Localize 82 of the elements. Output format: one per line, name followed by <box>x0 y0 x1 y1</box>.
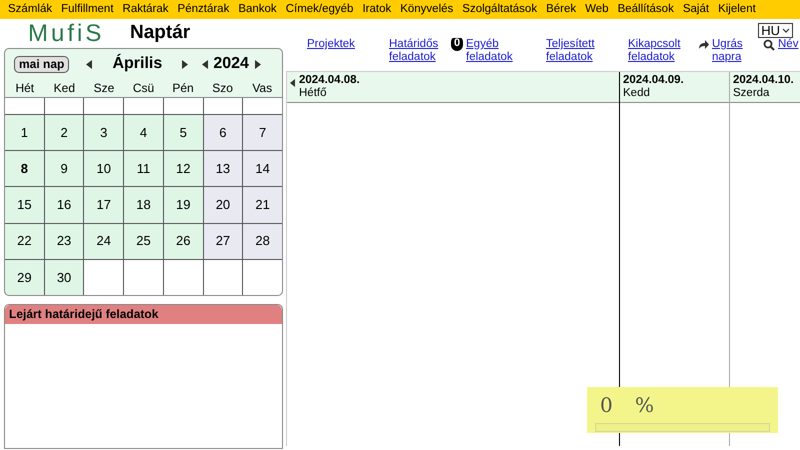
menu-item[interactable]: Web <box>585 0 609 18</box>
calendar-day[interactable]: 7 <box>243 114 282 150</box>
language-select[interactable]: HU <box>758 23 793 38</box>
toolbar-link[interactable]: Teljesített feladatok <box>546 38 595 64</box>
menu-item[interactable]: Saját <box>682 0 710 18</box>
menu-item[interactable]: Iratok <box>362 0 392 18</box>
menu-item[interactable]: Raktárak <box>122 0 169 18</box>
calendar-day[interactable]: 2 <box>44 114 84 150</box>
calendar-day[interactable]: 15 <box>5 187 44 222</box>
weekday-label: Ked <box>52 80 76 97</box>
day-date: 2024.04.10. <box>733 74 794 87</box>
progress-unit: % <box>635 394 654 416</box>
weekday-label: Sze <box>92 80 116 97</box>
toolbar-link[interactable]: Név <box>778 38 798 51</box>
progress-value: 0 <box>599 394 614 416</box>
calendar-day[interactable]: 4 <box>124 114 163 150</box>
today-button[interactable]: mai nap <box>14 56 70 72</box>
calendar-day[interactable]: 21 <box>243 187 282 222</box>
next-year-icon[interactable] <box>254 60 261 68</box>
toolbar-link[interactable]: Egyéb feladatok <box>466 38 513 64</box>
weekday-label: Pén <box>171 80 195 97</box>
calendar-day[interactable]: 11 <box>124 151 163 186</box>
calendar-day[interactable]: 29 <box>5 260 44 295</box>
day-name: Hétfő <box>299 87 328 100</box>
toolbar-link[interactable]: Ugrás napra <box>712 38 743 64</box>
weekday-label: Hét <box>14 80 36 97</box>
weekday-label: Csü <box>132 80 156 97</box>
calendar-day[interactable]: 16 <box>44 187 84 222</box>
calendar-day[interactable]: 3 <box>84 114 124 150</box>
menu-item[interactable]: Szolgáltatások <box>462 0 538 18</box>
weekday-label: Vas <box>251 80 274 97</box>
calendar-day[interactable]: 24 <box>84 224 124 259</box>
calendar-day[interactable]: 28 <box>243 224 282 259</box>
calendar-day[interactable]: 22 <box>5 224 44 259</box>
menu-item[interactable]: Kijelent <box>718 0 756 18</box>
share-arrow-icon <box>698 40 709 50</box>
calendar-day[interactable]: 8 <box>5 151 44 186</box>
calendar-day[interactable]: 5 <box>164 114 203 150</box>
calendar-day[interactable]: 1 <box>5 114 44 150</box>
previous-month-icon[interactable] <box>86 60 92 68</box>
previous-day-icon[interactable] <box>290 79 295 87</box>
menu-item[interactable]: Bankok <box>238 0 277 18</box>
day-date: 2024.04.09. <box>623 74 684 87</box>
previous-year-icon[interactable] <box>202 60 208 68</box>
calendar-day[interactable]: 27 <box>204 224 242 259</box>
calendar-day[interactable]: 14 <box>243 151 282 186</box>
calendar-day[interactable]: 23 <box>44 224 84 259</box>
menu-item[interactable]: Címek/egyéb <box>286 0 354 18</box>
next-month-icon[interactable] <box>182 60 188 68</box>
calendar-day[interactable]: 30 <box>44 260 84 295</box>
calendar-day[interactable]: 26 <box>164 224 203 259</box>
calendar-day[interactable]: 12 <box>164 151 203 186</box>
toolbar-link[interactable]: Kikapcsolt feladatok <box>628 38 680 64</box>
logo: MufiS <box>28 22 106 46</box>
chevron-icon <box>782 28 790 33</box>
calendar-day[interactable]: 10 <box>84 151 124 186</box>
calendar-day[interactable]: 17 <box>84 187 124 222</box>
menu-item[interactable]: Számlák <box>8 0 52 18</box>
toolbar-link[interactable]: Határidős feladatok <box>389 38 438 64</box>
toolbar-link[interactable]: Projektek <box>307 38 355 51</box>
calendar-day[interactable]: 20 <box>204 187 242 222</box>
calendar-day[interactable]: 18 <box>124 187 163 222</box>
menu-item[interactable]: Fulfillment <box>61 0 114 18</box>
menu-item[interactable]: Könyvelés <box>400 0 454 18</box>
day-name: Szerda <box>733 87 770 100</box>
day-name: Kedd <box>623 87 651 100</box>
overdue-panel-title: Lejárt határidejű feladatok <box>5 305 282 324</box>
year-label: 2024 <box>213 54 249 74</box>
calendar-day[interactable]: 6 <box>204 114 242 150</box>
day-date: 2024.04.08. <box>299 74 360 87</box>
weekday-label: Szo <box>211 80 234 97</box>
month-label: Április <box>111 52 164 74</box>
count-badge: 0 <box>451 38 463 51</box>
menu-item[interactable]: Beállítások <box>618 0 674 18</box>
calendar-day[interactable]: 13 <box>204 151 242 186</box>
calendar-day[interactable]: 9 <box>44 151 84 186</box>
calendar-day[interactable]: 19 <box>164 187 203 222</box>
menu-item[interactable]: Bérek <box>546 0 576 18</box>
search-icon[interactable] <box>763 39 775 51</box>
menu-item[interactable]: Pénztárak <box>178 0 230 18</box>
page-title: Naptár <box>130 21 190 46</box>
calendar-day[interactable]: 25 <box>124 224 163 259</box>
